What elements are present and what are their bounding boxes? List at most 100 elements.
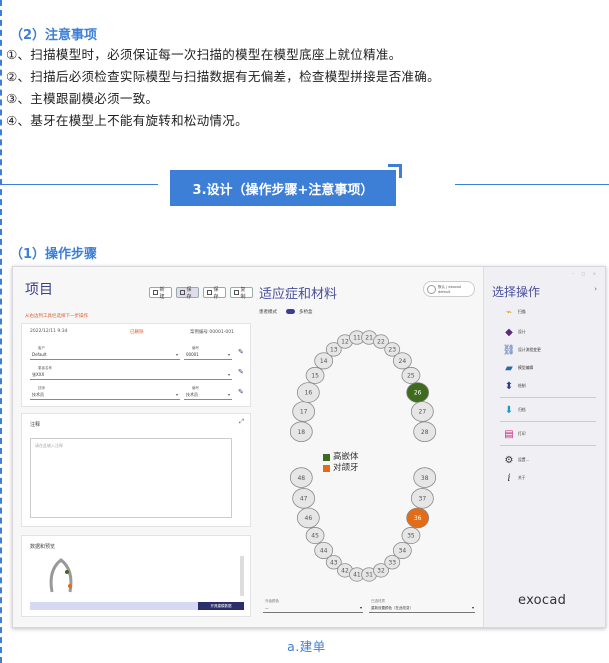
model-icon: ▰: [505, 362, 513, 374]
patient-mode-label: 患者模式: [259, 310, 277, 315]
banner-corner-decoration: [388, 164, 402, 178]
notes-card-title: 注释: [30, 422, 41, 428]
tooth-label: 35: [407, 533, 415, 540]
action-scan[interactable]: ⌁ 扫描: [504, 306, 526, 318]
tooth-17[interactable]: 17: [292, 401, 316, 422]
action-draw[interactable]: ⬍ 绘制: [504, 381, 526, 392]
notes-textarea[interactable]: 请在此输入注释: [30, 438, 232, 518]
tooth-35[interactable]: 35: [401, 527, 421, 545]
chevron-down-icon: ▾: [175, 392, 178, 397]
tooth-28[interactable]: 28: [413, 421, 437, 443]
edit-icon[interactable]: ✎: [238, 368, 244, 376]
tooth-34[interactable]: 34: [392, 541, 412, 559]
copy-button[interactable]: 复制: [230, 287, 253, 300]
technician-field[interactable]: 技师 技术员 ▾: [30, 386, 180, 400]
edit-icon[interactable]: ✎: [238, 388, 244, 396]
tooth-label: 41: [353, 572, 361, 579]
tooth-26[interactable]: 26: [406, 382, 430, 403]
patient-mode-toggle[interactable]: [286, 309, 295, 314]
tooth-label: 16: [305, 390, 313, 397]
tooth-label: 15: [311, 373, 319, 380]
action-archive[interactable]: ⬇ 归档: [504, 405, 526, 416]
tooth-16[interactable]: 16: [296, 382, 320, 403]
tooth-label: 44: [320, 548, 328, 555]
scrollbar[interactable]: [240, 556, 244, 596]
settings-icon: ⚙: [504, 454, 514, 466]
note-item: ①、扫描模型时，必须保证每一次扫描的模型在模型底座上就位精准。: [6, 47, 402, 62]
legend-item-antagonist: 对颌牙: [323, 463, 359, 474]
tooth-label: 21: [365, 335, 373, 342]
tooth-45[interactable]: 45: [305, 527, 325, 545]
notes-list: ①、扫描模型时，必须保证每一次扫描的模型在模型底座上就位精准。 ②、扫描后必须检…: [6, 44, 440, 132]
tooth-47[interactable]: 47: [292, 488, 316, 509]
chevron-down-icon: ▾: [227, 392, 230, 397]
section-title-steps: （1）操作步骤: [10, 247, 98, 262]
material-dropdown[interactable]: 已选材质 重新设置颜色（在此改变） ▾: [369, 599, 475, 613]
mode-icon: [427, 285, 436, 294]
client-number-field[interactable]: 编号 00001 ▾: [184, 346, 232, 360]
multi-bridge-label: 多桥盒: [299, 310, 313, 315]
tooth-48[interactable]: 48: [289, 467, 313, 488]
separator: [500, 421, 596, 422]
save-as-button[interactable]: 保存: [203, 287, 226, 300]
design-icon: ◆: [505, 326, 513, 338]
tooth-label: 36: [414, 515, 422, 522]
new-button[interactable]: 新建: [149, 287, 172, 300]
tooth-38[interactable]: 38: [413, 467, 437, 488]
action-print[interactable]: ▤ 打印: [504, 429, 525, 440]
project-title: 项目: [25, 282, 53, 298]
tooth-color-dropdown[interactable]: 牙齿颜色 — ▾: [263, 599, 363, 613]
section-banner: 3.设计（操作步骤+注意事项）: [170, 170, 396, 206]
tooth-46[interactable]: 46: [296, 507, 320, 529]
action-model-edit[interactable]: ▰ 模型编辑: [504, 362, 533, 374]
chevron-right-icon[interactable]: ›: [594, 285, 597, 293]
chevron-down-icon: ▾: [175, 352, 178, 357]
open-model-data-button[interactable]: 开具建模数据: [198, 602, 244, 610]
new-icon: [153, 290, 158, 295]
chevron-down-icon: ▾: [471, 605, 474, 610]
tooth-label: 24: [399, 358, 407, 365]
mode-selector[interactable]: 默认 | exocad default: [423, 281, 475, 297]
tooth-label: 17: [300, 409, 308, 416]
technician-number-field[interactable]: 编号 技术员 ▾: [184, 386, 232, 400]
tooth-label: 23: [388, 347, 396, 354]
actions-title: 选择操作: [492, 285, 541, 299]
info-icon: i: [507, 472, 511, 484]
tooth-label: 37: [419, 496, 427, 503]
tooth-label: 46: [305, 515, 313, 522]
tooth-label: 18: [297, 429, 305, 436]
note-item: ③、主模跟副模必须一致。: [6, 91, 159, 106]
scan-icon: ⌁: [505, 306, 513, 318]
action-design-flow[interactable]: ⛓ 设计流程变更: [503, 345, 541, 356]
legend-item-inlay: 高嵌体: [323, 452, 359, 463]
legend-swatch: [323, 465, 330, 472]
tooth-label: 32: [377, 568, 385, 575]
patient-field[interactable]: 患者名称 张XXX ▾: [30, 366, 232, 380]
preview-thumbnail[interactable]: [46, 556, 76, 596]
client-field[interactable]: 客户 Default ▾: [30, 346, 180, 360]
note-item: ④、基牙在模型上不能有旋转和松动情况。: [6, 113, 248, 128]
indication-title: 适应症和材料: [259, 287, 338, 302]
legend-swatch: [323, 454, 330, 461]
tooth-label: 12: [341, 339, 349, 346]
window-controls[interactable]: – □ ×: [572, 271, 599, 276]
action-about[interactable]: i 关于: [504, 472, 525, 484]
action-settings[interactable]: ⚙ 设置...: [504, 454, 530, 466]
action-design[interactable]: ◆ 设计: [504, 326, 525, 338]
tooth-25[interactable]: 25: [401, 366, 421, 384]
tooth-37[interactable]: 37: [410, 488, 434, 509]
project-toolbar: 新建 保存 保存 复制: [149, 287, 253, 300]
tooth-15[interactable]: 15: [305, 366, 325, 384]
tooth-chart[interactable]: 18 17 16 15 141312 11 21 222324 25 26 27 28 48 47 46 45…: [283, 317, 443, 587]
tooth-36[interactable]: 36: [406, 507, 430, 529]
chevron-down-icon: ▾: [227, 372, 230, 377]
tooth-24[interactable]: 24: [392, 352, 412, 370]
tooth-18[interactable]: 18: [289, 421, 313, 443]
tooth-27[interactable]: 27: [410, 401, 434, 422]
edit-icon[interactable]: ✎: [238, 348, 244, 356]
tooth-label: 33: [388, 559, 396, 566]
save-button[interactable]: 保存: [176, 287, 199, 300]
section-divider: 3.设计（操作步骤+注意事项）: [2, 164, 609, 206]
tooth-label: 26: [414, 390, 422, 397]
expand-icon[interactable]: ⤢: [239, 418, 244, 426]
